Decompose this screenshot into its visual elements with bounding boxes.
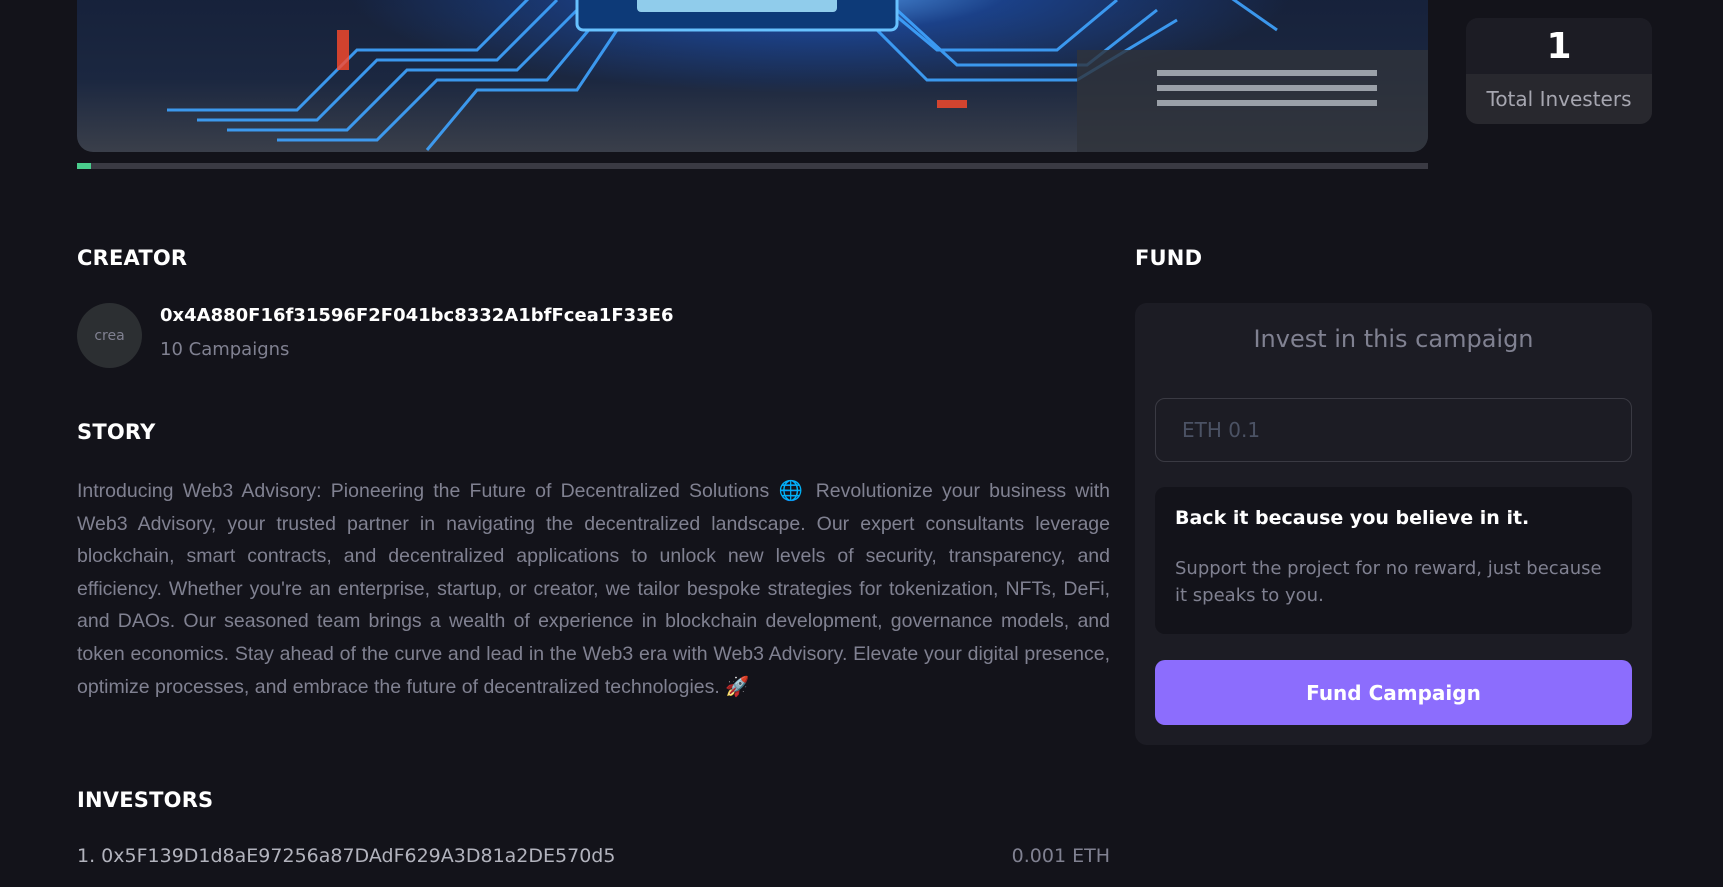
fund-card: Invest in this campaign Back it because … <box>1135 303 1652 745</box>
creator-address: 0x4A880F16f31596F2F041bc8332A1bfFcea1F33… <box>160 305 674 326</box>
pledge-title: Back it because you believe in it. <box>1175 507 1530 529</box>
creator-campaign-count: 10 Campaigns <box>160 339 290 360</box>
total-investors-value: 1 <box>1466 18 1652 74</box>
pledge-info-box: Back it because you believe in it. Suppo… <box>1155 487 1632 634</box>
investor-row: 1. 0x5F139D1d8aE97256a87DAdF629A3D81a2DE… <box>77 845 1110 867</box>
investor-amount: 0.001 ETH <box>1011 845 1110 867</box>
funding-progress-bar <box>77 163 1428 169</box>
fund-campaign-button[interactable]: Fund Campaign <box>1155 660 1632 725</box>
investors-heading: INVESTORS <box>77 788 214 812</box>
creator-avatar: crea <box>77 303 142 368</box>
fund-heading: FUND <box>1135 246 1203 270</box>
campaign-image <box>77 0 1428 152</box>
eth-amount-input[interactable] <box>1155 398 1632 462</box>
story-text: Introducing Web3 Advisory: Pioneering th… <box>77 480 1110 698</box>
total-investors-stat: 1 Total Investers <box>1466 18 1652 124</box>
total-investors-label: Total Investers <box>1466 74 1652 124</box>
funding-progress-fill <box>77 163 91 169</box>
story-heading: STORY <box>77 420 156 444</box>
broken-image-icon: crea <box>94 327 125 344</box>
campaign-details-page: 1 Total Investers CREATOR crea 0x4A880F1… <box>0 0 1723 887</box>
fund-card-title: Invest in this campaign <box>1253 325 1534 353</box>
circuit-board-illustration <box>167 0 1428 152</box>
pledge-text: Support the project for no reward, just … <box>1175 558 1602 606</box>
investor-address: 1. 0x5F139D1d8aE97256a87DAdF629A3D81a2DE… <box>77 845 616 867</box>
creator-heading: CREATOR <box>77 246 188 270</box>
